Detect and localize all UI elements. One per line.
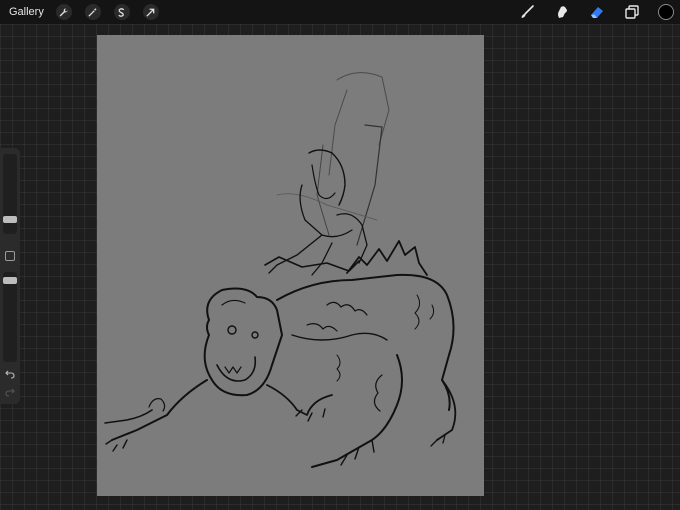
eraser-icon — [591, 7, 603, 18]
brush-size-thumb[interactable] — [3, 216, 17, 224]
selection-button[interactable] — [113, 4, 130, 20]
layers-icon — [625, 5, 639, 19]
wrench-icon — [59, 7, 69, 16]
undo-icon — [5, 370, 15, 379]
drawing-canvas[interactable] — [97, 35, 484, 496]
actions-button[interactable] — [55, 4, 72, 20]
layers-button[interactable] — [623, 3, 641, 21]
adjustments-button[interactable] — [84, 4, 101, 20]
top-toolbar: Gallery — [0, 0, 680, 24]
opacity-thumb[interactable] — [3, 276, 17, 284]
redo-button[interactable] — [4, 386, 16, 398]
undo-button[interactable] — [4, 368, 16, 380]
brush-icon — [521, 5, 534, 18]
modify-button[interactable] — [5, 251, 15, 261]
redo-icon — [5, 388, 15, 397]
brush-tool-button[interactable] — [518, 3, 536, 21]
left-sidebar — [0, 148, 20, 404]
opacity-slider[interactable] — [3, 272, 17, 362]
smudge-tool-button[interactable] — [553, 3, 571, 21]
eraser-tool-button[interactable] — [588, 3, 606, 21]
smudge-icon — [558, 6, 567, 18]
color-picker-button[interactable] — [658, 4, 674, 20]
transform-button[interactable] — [142, 4, 159, 20]
sketch-artwork — [104, 72, 457, 468]
magic-wand-icon — [88, 7, 98, 17]
gallery-button[interactable]: Gallery — [9, 6, 44, 18]
selection-s-icon — [118, 7, 125, 17]
transform-arrow-icon — [146, 8, 155, 17]
